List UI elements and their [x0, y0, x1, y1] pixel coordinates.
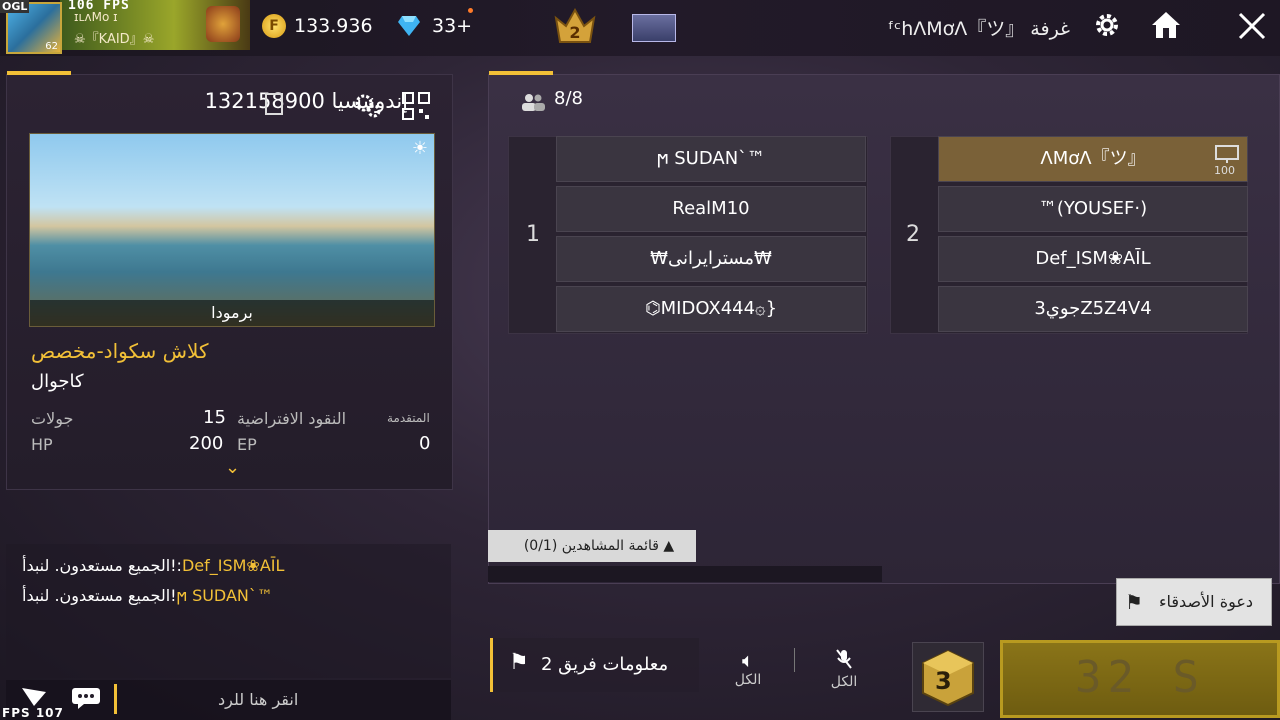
gold-coin-icon: F — [262, 14, 286, 38]
player-name-top: ɪʟʌMᴏ ɪ — [74, 10, 118, 24]
team-1-number: 1 — [526, 222, 540, 247]
cube-number: 3 — [935, 667, 952, 695]
chat-message: الجميع مستعدون. لنبدأ! — [22, 586, 177, 605]
hp-label: HP — [31, 435, 53, 454]
room-settings-icon[interactable] — [353, 91, 383, 121]
player-name: ☠『KAID』☠ — [74, 32, 155, 47]
host-player-slot[interactable]: ɅMơɅ『ツ』 — [938, 136, 1248, 182]
sun-icon: ☀ — [411, 138, 428, 159]
chat-reply-input[interactable]: انقر هنا للرد — [218, 690, 298, 709]
flag-icon: ⚑ — [1125, 590, 1143, 614]
mic-all-label: الكل — [830, 674, 858, 690]
notification-dot — [468, 8, 473, 13]
hp-value: 200 — [189, 433, 224, 454]
people-icon — [522, 94, 545, 111]
rounds-label: جولات — [31, 409, 74, 428]
map-preview[interactable]: ☀ برمودا — [29, 133, 435, 327]
gear-icon[interactable] — [1094, 12, 1120, 38]
qr-code-icon[interactable] — [401, 91, 431, 121]
copy-icon[interactable] — [265, 93, 283, 115]
booyah-pass-icon[interactable]: 2 — [552, 8, 598, 46]
player-slot[interactable]: ₩مسترايرانى₩ — [556, 236, 866, 282]
svg-text:2: 2 — [569, 23, 580, 42]
advanced-label: المتقدمة — [387, 411, 430, 425]
home-icon[interactable] — [1150, 10, 1182, 40]
mode-title: كلاش سكواد-مخصص — [31, 339, 209, 363]
mic-muted-icon — [836, 649, 852, 669]
chat-bubble-icon[interactable] — [70, 686, 102, 710]
spectator-count: (0/1) — [523, 538, 558, 554]
cube-button[interactable]: 3 — [912, 642, 984, 712]
divider — [794, 648, 795, 672]
elite-pass-icon[interactable] — [632, 14, 676, 42]
flag-icon: ⚑ — [509, 650, 529, 675]
player-slot[interactable]: Def_ISM❀AĪL — [938, 236, 1248, 282]
speaker-all-button[interactable]: 🔈︎ الكل — [732, 648, 764, 694]
mode-subtitle: كاجوال — [31, 371, 84, 392]
team-info-button[interactable]: ⚑ معلومات فريق 2 — [490, 638, 699, 692]
gold-amount: 133.936 — [294, 15, 373, 37]
speaker-icon: 🔈︎ — [742, 648, 754, 672]
fps-counter-bottom: FPS 107 — [2, 706, 64, 720]
host-badge-value: 100 — [1214, 164, 1235, 177]
chevron-down-icon[interactable]: ⌄ — [225, 457, 240, 478]
mic-all-button[interactable]: الكل — [826, 648, 862, 694]
spectator-list-button[interactable]: قائمة المشاهدين (0/1) ▲ — [488, 530, 696, 562]
ogl-label: OGL — [0, 0, 30, 13]
chat-sender: Def_ISM❀AĪL — [181, 556, 285, 575]
chat-line: الجميع مستعدون. لنبدأ!ϻ SUDAN`™ — [22, 586, 273, 605]
speaker-all-label: الكل — [734, 672, 762, 688]
chat-line: الجميع مستعدون. لنبدأ!:Def_ISM❀AĪL — [22, 556, 284, 575]
advanced-value: 0 — [419, 433, 431, 454]
map-name: برمودا — [30, 300, 434, 326]
close-icon[interactable] — [1236, 10, 1268, 42]
player-slot[interactable]: ϻ SUDAN`™ — [556, 136, 866, 182]
player-slot[interactable]: ⌬MIDOX444۞} — [556, 286, 866, 332]
room-title: ᶠᶜhɅMơɅ『ツ』 غرفة — [888, 18, 1070, 40]
slot-count: 8/8 — [554, 88, 583, 109]
team-chat-icon[interactable] — [20, 686, 48, 708]
ep-label: EP — [237, 435, 257, 454]
default-coins-label: النقود الافتراضية — [237, 409, 347, 428]
diamond-amount[interactable]: 33+ — [432, 15, 472, 37]
chat-sender: ϻ SUDAN`™ — [176, 586, 273, 605]
invite-friends-button[interactable]: ⚑ دعوة الأصدقاء — [1116, 578, 1272, 626]
room-info-panel: 132158900 إندونيسيا ☀ برمودا كلاش سكواد-… — [6, 71, 453, 490]
player-slot[interactable]: جوي3Z5Z4V4 — [938, 286, 1248, 332]
reply-divider — [114, 684, 117, 714]
monitor-icon — [1215, 145, 1239, 163]
team-2-number: 2 — [906, 222, 920, 247]
invite-friends-label: دعوة الأصدقاء — [1159, 592, 1254, 611]
panel-bottom-strip — [488, 566, 882, 582]
team-info-label: معلومات فريق 2 — [541, 654, 669, 675]
triangle-up-icon: ▲ — [663, 538, 675, 554]
spectator-label: قائمة المشاهدين — [561, 538, 659, 554]
chat-message: الجميع مستعدون. لنبدأ!: — [22, 556, 182, 575]
rank-badge-icon[interactable] — [206, 6, 240, 42]
player-slot[interactable]: ™(YOUSEF·) — [938, 186, 1248, 232]
avatar-level: 62 — [45, 41, 58, 52]
diamond-icon — [398, 16, 420, 36]
player-slot[interactable]: RealM10 — [556, 186, 866, 232]
rounds-value: 15 — [203, 407, 226, 428]
start-timer-button[interactable]: 32 S — [1000, 640, 1280, 718]
